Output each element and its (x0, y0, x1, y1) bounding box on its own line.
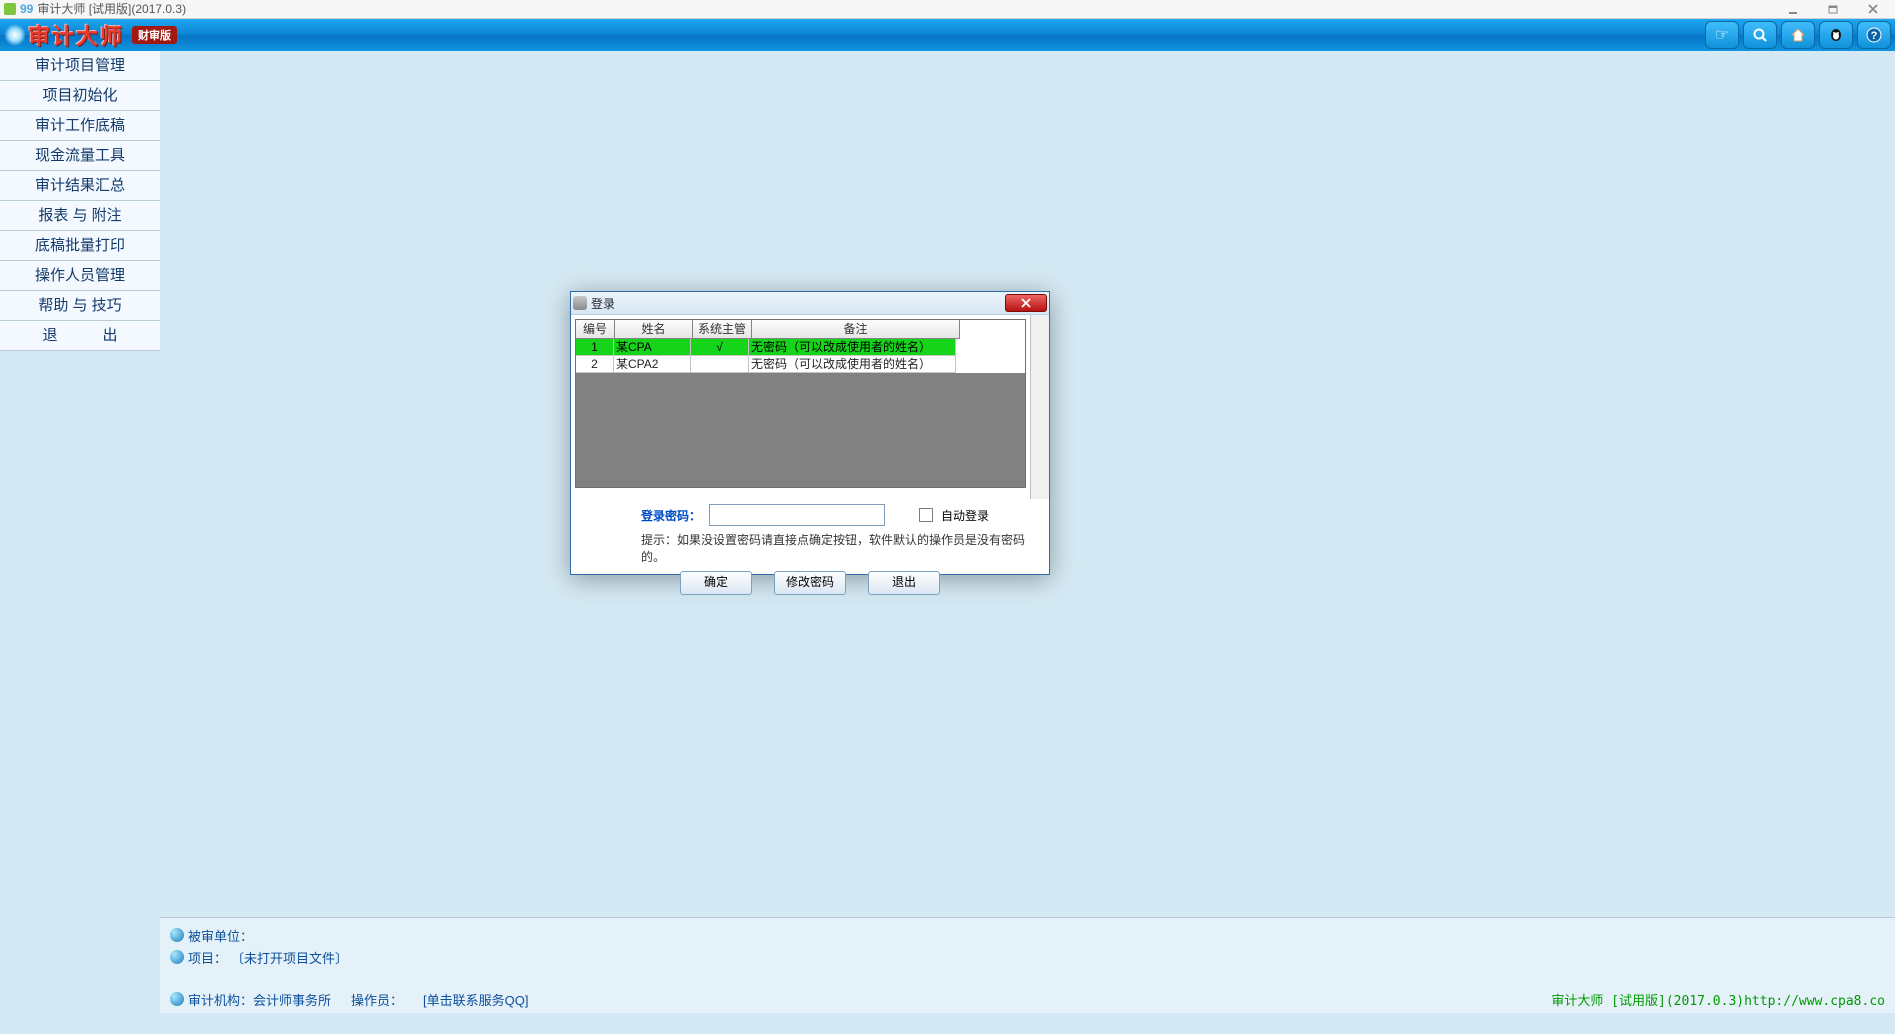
org-value: 会计师事务所 (253, 990, 331, 1009)
password-hint: 提示：如果没设置密码请直接点确定按钮，软件默认的操作员是没有密码的。 (641, 531, 1039, 565)
cell-note: 无密码（可以改成使用者的姓名） (749, 339, 956, 356)
sidebar-item-exit[interactable]: 退 出 (0, 321, 160, 351)
pointer-icon[interactable]: ☞ (1705, 21, 1739, 49)
svg-text:?: ? (1871, 30, 1878, 42)
home-icon[interactable] (1781, 21, 1815, 49)
table-body: 1 某CPA √ 无密码（可以改成使用者的姓名） 2 某CPA2 无密码（可以改… (576, 339, 1025, 487)
table-header: 编号 姓名 系统主管 备注 (576, 320, 1025, 339)
exit-button[interactable]: 退出 (868, 571, 940, 595)
login-dialog: 登录 编号 姓名 系统主管 备注 1 某C (570, 291, 1050, 575)
globe-icon (170, 928, 184, 942)
globe-icon (170, 992, 184, 1006)
project-value: 〔未打开项目文件〕 (231, 948, 348, 967)
client-area: 审计项目管理 项目初始化 审计工作底稿 现金流量工具 审计结果汇总 报表 与 附… (0, 51, 1895, 1013)
cell-name: 某CPA (614, 339, 691, 356)
window-title-text: 审计大师 [试用版](2017.0.3) (37, 0, 186, 18)
sidebar-item-help[interactable]: 帮助 与 技巧 (0, 291, 160, 321)
col-header-name[interactable]: 姓名 (615, 320, 693, 339)
sidebar-item-cashflow[interactable]: 现金流量工具 (0, 141, 160, 171)
title-prefix: 99 (20, 0, 33, 18)
auto-login-label: 自动登录 (941, 507, 989, 524)
search-icon[interactable] (1743, 21, 1777, 49)
password-input[interactable] (709, 504, 885, 526)
auto-login-checkbox[interactable] (919, 508, 933, 522)
dialog-titlebar[interactable]: 登录 (571, 292, 1049, 315)
operator-label: 操作员： (351, 990, 403, 1009)
dialog-title-text: 登录 (591, 295, 615, 312)
globe-icon (170, 950, 184, 964)
footer-bottom: 审计机构： 会计师事务所 操作员： [单击联系服务QQ] 审计大师 [试用版](… (170, 989, 1885, 1009)
contact-qq-link[interactable]: [单击联系服务QQ] (423, 990, 528, 1009)
sidebar-item-results[interactable]: 审计结果汇总 (0, 171, 160, 201)
app-icon (4, 3, 16, 15)
sidebar-item-user-mgmt[interactable]: 操作人员管理 (0, 261, 160, 291)
window-titlebar: 99 审计大师 [试用版](2017.0.3) (0, 0, 1895, 19)
table-row[interactable]: 1 某CPA √ 无密码（可以改成使用者的姓名） (576, 339, 1025, 356)
version-link[interactable]: 审计大师 [试用版](2017.0.3)http://www.cpa8.co (1551, 990, 1885, 1009)
footer-line-2: 项目： 〔未打开项目文件〕 (170, 946, 1885, 968)
edition-badge: 财审版 (132, 26, 177, 44)
sidebar-item-reports[interactable]: 报表 与 附注 (0, 201, 160, 231)
col-header-admin[interactable]: 系统主管 (693, 320, 752, 339)
dialog-close-button[interactable] (1005, 294, 1047, 312)
ok-button[interactable]: 确定 (680, 571, 752, 595)
footer-line-1: 被审单位： (170, 924, 1885, 946)
table-scrollbar[interactable] (1030, 315, 1049, 499)
users-table: 编号 姓名 系统主管 备注 1 某CPA √ 无密码（可以改成使用者的姓名） (575, 319, 1026, 488)
cell-name: 某CPA2 (614, 356, 691, 373)
table-row[interactable]: 2 某CPA2 无密码（可以改成使用者的姓名） (576, 356, 1025, 373)
sparkle-icon (4, 24, 26, 46)
qq-icon[interactable] (1819, 21, 1853, 49)
col-header-index[interactable]: 编号 (576, 320, 615, 339)
window-close-button[interactable] (1855, 0, 1891, 18)
sidebar: 审计项目管理 项目初始化 审计工作底稿 现金流量工具 审计结果汇总 报表 与 附… (0, 51, 160, 351)
col-header-note[interactable]: 备注 (752, 320, 960, 339)
cell-admin: √ (691, 339, 749, 356)
sidebar-item-batch-print[interactable]: 底稿批量打印 (0, 231, 160, 261)
app-name: 审计大师 (28, 19, 124, 51)
minimize-button[interactable] (1775, 0, 1811, 18)
sidebar-item-project-mgmt[interactable]: 审计项目管理 (0, 51, 160, 81)
cell-admin (691, 356, 749, 373)
cell-index: 2 (576, 356, 614, 373)
sidebar-item-project-init[interactable]: 项目初始化 (0, 81, 160, 111)
audited-entity-label: 被审单位： (188, 926, 253, 945)
cell-note: 无密码（可以改成使用者的姓名） (749, 356, 956, 373)
dialog-controls: 登录密码： 自动登录 提示：如果没设置密码请直接点确定按钮，软件默认的操作员是没… (571, 499, 1049, 601)
app-banner: 审计大师 财审版 ☞ ? (0, 19, 1895, 51)
restore-button[interactable] (1815, 0, 1851, 18)
key-icon (573, 296, 587, 310)
footer-panel: 被审单位： 项目： 〔未打开项目文件〕 审计机构： 会计师事务所 操作员： [单… (160, 917, 1895, 1013)
cell-index: 1 (576, 339, 614, 356)
change-password-button[interactable]: 修改密码 (774, 571, 846, 595)
password-label: 登录密码： (641, 507, 701, 524)
help-icon[interactable]: ? (1857, 21, 1891, 49)
project-label: 项目： (188, 948, 227, 967)
org-label: 审计机构： (188, 990, 253, 1009)
sidebar-item-workpapers[interactable]: 审计工作底稿 (0, 111, 160, 141)
